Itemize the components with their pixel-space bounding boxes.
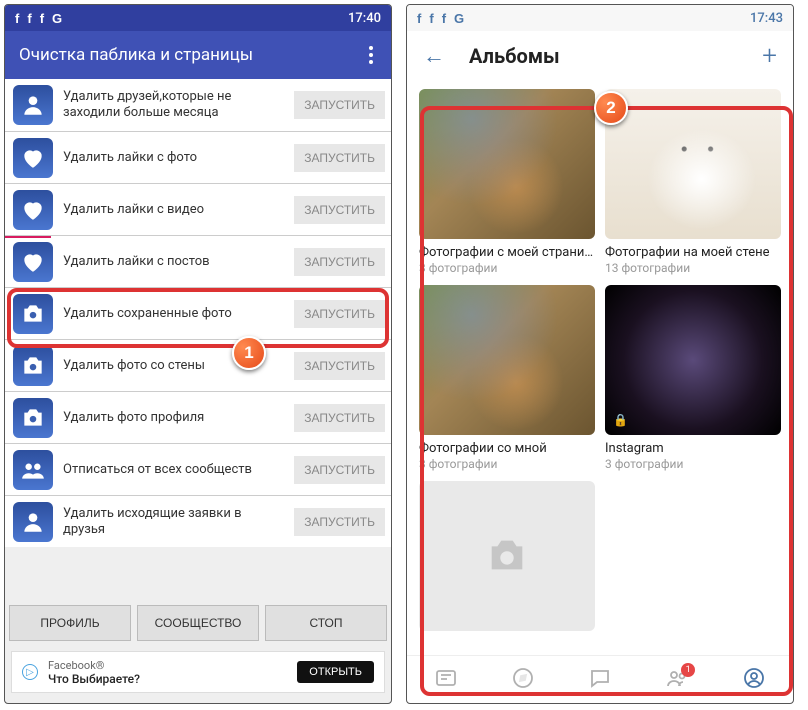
album-item[interactable]: Фотографии с моей страницы3 фотографии <box>419 89 595 275</box>
google-icon: G <box>454 11 464 26</box>
action-label: Удалить лайки с постов <box>63 254 284 270</box>
action-label: Удалить лайки с видео <box>63 202 284 218</box>
ad-title: Facebook® <box>48 659 287 672</box>
album-placeholder[interactable] <box>419 481 595 631</box>
ad-banner[interactable]: ▷ Facebook® Что Выбираете? ОТКРЫТЬ <box>11 651 385 693</box>
person-icon <box>13 85 53 125</box>
facebook-icon: f <box>442 11 446 26</box>
action-row: Удалить фото со стеныЗАПУСТИТЬ <box>5 339 391 391</box>
facebook-icon: f <box>40 11 44 26</box>
action-label: Удалить друзей,которые не заходили больш… <box>63 89 284 120</box>
albums-title: Альбомы <box>469 44 738 68</box>
albums-header: ← Альбомы + <box>407 31 793 81</box>
action-label: Удалить исходящие заявки в друзья <box>63 506 284 537</box>
group-icon <box>13 450 53 490</box>
facebook-icon: f <box>429 11 433 26</box>
action-row: Удалить фото профиля ЗАПУСТИТЬ <box>5 391 391 443</box>
action-row: Удалить лайки с видео ЗАПУСТИТЬ <box>5 183 391 235</box>
album-item[interactable]: 🔒 Instagram3 фотографии <box>605 285 781 471</box>
action-label: Отписаться от всех сообществ <box>63 462 284 478</box>
run-button[interactable]: ЗАПУСТИТЬ <box>294 196 385 224</box>
heart-icon <box>13 242 53 282</box>
lock-icon: 🔒 <box>613 413 628 427</box>
app-header: Очистка паблика и страницы <box>5 31 391 79</box>
nav-friends-icon[interactable]: 1 <box>665 666 689 694</box>
album-title: Instagram <box>605 441 781 456</box>
run-button[interactable]: ЗАПУСТИТЬ <box>294 456 385 484</box>
action-row: Отписаться от всех сообществ ЗАПУСТИТЬ <box>5 443 391 495</box>
run-button[interactable]: ЗАПУСТИТЬ <box>294 144 385 172</box>
status-bar: f f f G 17:43 <box>407 5 793 31</box>
album-item[interactable]: Фотографии со мной3 фотографии <box>419 285 595 471</box>
action-row: Удалить лайки с фото ЗАПУСТИТЬ <box>5 131 391 183</box>
album-title: Фотографии с моей страницы <box>419 245 595 260</box>
camera-icon <box>13 346 53 386</box>
bottom-button-bar: ПРОФИЛЬ СООБЩЕСТВО СТОП <box>5 599 391 647</box>
camera-icon <box>419 481 595 631</box>
status-bar: f f f G 17:40 <box>5 5 391 31</box>
community-button[interactable]: СООБЩЕСТВО <box>137 605 259 641</box>
album-item[interactable]: Фотографии на моей стене13 фотографии <box>605 89 781 275</box>
heart-icon <box>13 138 53 178</box>
album-count: 3 фотографии <box>419 457 595 471</box>
album-title: Фотографии со мной <box>419 441 595 456</box>
back-icon[interactable]: ← <box>423 43 445 69</box>
run-button[interactable]: ЗАПУСТИТЬ <box>294 300 385 328</box>
album-count: 13 фотографии <box>605 261 781 275</box>
action-label: Удалить лайки с фото <box>63 150 284 166</box>
run-button[interactable]: ЗАПУСТИТЬ <box>294 508 385 536</box>
ad-open-button[interactable]: ОТКРЫТЬ <box>297 661 374 683</box>
facebook-icon: f <box>417 11 421 26</box>
album-thumbnail <box>605 89 781 239</box>
nav-profile-icon[interactable] <box>742 666 766 694</box>
profile-button[interactable]: ПРОФИЛЬ <box>9 605 131 641</box>
ad-subtitle: Что Выбираете? <box>48 672 287 686</box>
facebook-icon: f <box>27 11 31 26</box>
callout-2: 2 <box>594 91 628 125</box>
camera-icon <box>13 398 53 438</box>
google-icon: G <box>52 11 62 26</box>
nav-messages-icon[interactable] <box>588 666 612 694</box>
bottom-nav: 1 <box>407 655 793 703</box>
heart-icon <box>13 190 53 230</box>
run-button[interactable]: ЗАПУСТИТЬ <box>294 352 385 380</box>
album-title: Фотографии на моей стене <box>605 245 781 260</box>
stop-button[interactable]: СТОП <box>265 605 387 641</box>
status-time: 17:43 <box>750 11 783 26</box>
action-row: Удалить сохраненные фото ЗАПУСТИТЬ <box>5 287 391 339</box>
album-thumbnail <box>419 285 595 435</box>
header-title: Очистка паблика и страницы <box>19 45 253 65</box>
run-button[interactable]: ЗАПУСТИТЬ <box>294 91 385 119</box>
nav-badge: 1 <box>681 663 695 677</box>
nav-news-icon[interactable] <box>434 666 458 694</box>
run-button[interactable]: ЗАПУСТИТЬ <box>294 248 385 276</box>
album-thumbnail <box>419 89 595 239</box>
actions-list: Удалить друзей,которые не заходили больш… <box>5 79 391 599</box>
facebook-icon: f <box>15 11 19 26</box>
action-label: Удалить сохраненные фото <box>63 306 284 322</box>
action-row: Удалить друзей,которые не заходили больш… <box>5 79 391 131</box>
add-album-icon[interactable]: + <box>762 41 777 71</box>
albums-grid: Фотографии с моей страницы3 фотографииФо… <box>407 81 793 655</box>
callout-1: 1 <box>232 336 266 370</box>
action-row: Удалить исходящие заявки в друзья ЗАПУСТИ… <box>5 495 391 547</box>
person-icon <box>13 502 53 542</box>
action-row: Удалить лайки с постов ЗАПУСТИТЬ <box>5 235 391 287</box>
album-thumbnail: 🔒 <box>605 285 781 435</box>
adchoices-icon[interactable]: ▷ <box>22 664 38 680</box>
nav-discover-icon[interactable] <box>511 666 535 694</box>
more-options-icon[interactable] <box>365 42 377 68</box>
camera-icon <box>13 294 53 334</box>
album-count: 3 фотографии <box>419 261 595 275</box>
action-label: Удалить фото профиля <box>63 410 284 426</box>
run-button[interactable]: ЗАПУСТИТЬ <box>294 404 385 432</box>
status-time: 17:40 <box>348 11 381 26</box>
album-count: 3 фотографии <box>605 457 781 471</box>
cleaner-app-screen: f f f G 17:40 Очистка паблика и страницы… <box>4 4 392 704</box>
